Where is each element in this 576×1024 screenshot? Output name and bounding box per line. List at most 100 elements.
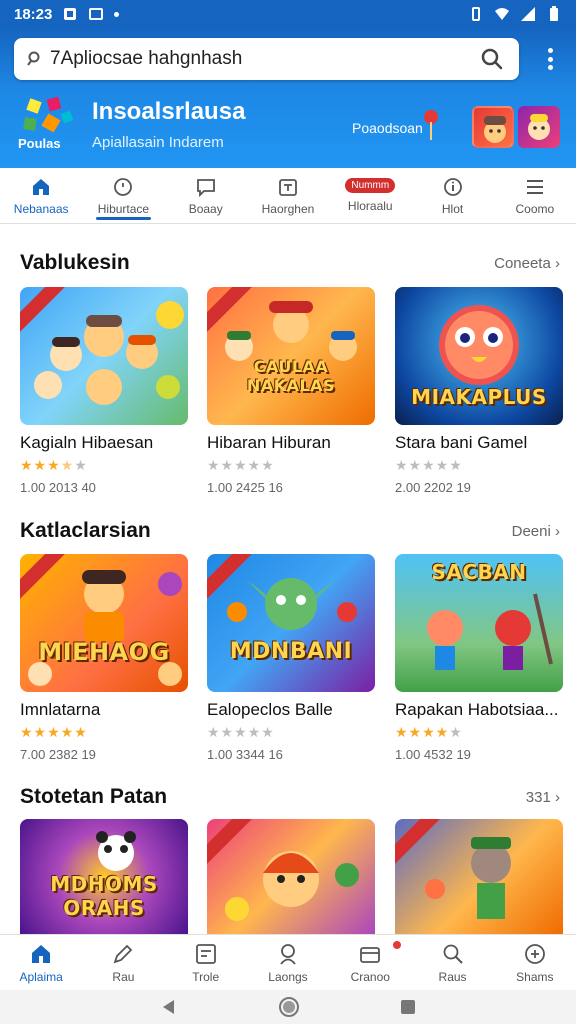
nav-laongs[interactable]: Laongs <box>247 935 329 990</box>
app-card[interactable] <box>207 819 375 934</box>
app-artwork <box>395 819 563 934</box>
grid-icon <box>195 944 216 964</box>
art-label: MDNBANI <box>229 639 353 664</box>
nav-home[interactable]: Aplaima <box>0 935 82 990</box>
app-title: Imnlatarna <box>20 700 101 719</box>
nav-label: Laongs <box>268 970 308 984</box>
app-artwork: CAULAA NAKALAS <box>207 287 375 425</box>
wallet-icon <box>360 947 381 963</box>
search-button[interactable] <box>477 44 507 74</box>
search-icon <box>481 48 503 70</box>
section-see-all-link[interactable]: Deeni › <box>512 523 560 540</box>
nav-trole[interactable]: Trole <box>165 935 247 990</box>
tab-label: Hlot <box>441 202 464 216</box>
app-card[interactable]: Kagialn Hibaesan ★★★★★ 1.00 2013 40 <box>20 287 188 495</box>
nav-raus[interactable]: Raus <box>411 935 493 990</box>
app-card[interactable]: MIEHAOG Imnlatarna ★★★★★ 7.00 2382 19 <box>20 554 188 762</box>
tab-haorghen[interactable]: Haorghen <box>247 168 329 223</box>
app-title: Hibaran Hiburan <box>207 433 331 452</box>
tab-coomo[interactable]: Coomo <box>494 168 576 223</box>
photo-icon <box>89 8 104 20</box>
art-label: MIAKAPLUS <box>411 385 547 409</box>
tab-label: Coomo <box>515 202 555 216</box>
nav-label: Cranoo <box>350 970 390 984</box>
rating-stars: ★★★★★ <box>20 724 88 740</box>
plus-circle-icon <box>524 944 545 964</box>
app-card[interactable] <box>395 819 563 934</box>
tab-label: Nebanaas <box>13 202 69 216</box>
app-title: Stara bani Gamel <box>395 433 528 452</box>
tab-pill-badge: Nummm <box>345 178 396 193</box>
character-face-icon <box>484 116 506 143</box>
section-header: Stotetan Patan 331 › <box>20 782 560 812</box>
section-title: Vablukesin <box>20 251 130 274</box>
nav-rau[interactable]: Rau <box>82 935 164 990</box>
app-card[interactable]: MDHOMS ORAHS <box>20 819 188 934</box>
back-icon[interactable] <box>159 997 179 1017</box>
tab-hloraalu[interactable]: Nummm Hloraalu <box>329 168 411 223</box>
tab-label: Boaay <box>188 202 223 216</box>
tab-boaay[interactable]: Boaay <box>165 168 247 223</box>
pen-icon <box>113 944 133 964</box>
nav-shams[interactable]: Shams <box>494 935 576 990</box>
app-artwork: SACBAN <box>395 554 563 692</box>
app-title: Kagialn Hibaesan <box>20 433 154 452</box>
promo-thumbnail[interactable] <box>518 106 560 148</box>
more-options-button[interactable] <box>538 44 562 74</box>
vibrate-icon <box>472 7 480 21</box>
app-artwork <box>207 819 375 934</box>
tab-hiburtace[interactable]: Hiburtace <box>82 168 164 223</box>
wifi-icon <box>495 8 509 20</box>
menu-icon <box>526 180 543 194</box>
banner-promo-link[interactable]: Poaodsoan <box>352 120 423 136</box>
search-bar[interactable] <box>14 38 519 80</box>
info-icon <box>443 178 462 196</box>
search-icon <box>443 944 463 964</box>
section-see-all-link[interactable]: Coneeta › <box>494 255 560 272</box>
nav-label: Raus <box>438 970 467 984</box>
app-card[interactable]: MIAKAPLUS Stara bani Gamel ★★★★★ 2.00 22… <box>395 287 563 495</box>
app-meta: 2.00 2202 19 <box>395 480 471 495</box>
kids-group-illustration <box>34 301 184 405</box>
app-meta: 1.00 3344 16 <box>207 747 283 762</box>
signal-icon <box>521 7 535 21</box>
tab-hlot[interactable]: Hlot <box>411 168 493 223</box>
rating-stars: ★★★★★ <box>395 457 463 473</box>
rating-stars: ★★★★★ <box>395 724 463 740</box>
app-card[interactable]: CAULAA NAKALAS Hibaran Hiburan ★★★★★ 1.0… <box>207 287 375 495</box>
app-meta: 7.00 2382 19 <box>20 747 96 762</box>
tab-home[interactable]: Nebanaas <box>0 168 82 223</box>
characters-illustration <box>225 301 357 361</box>
app-header: Poulas Insoalsrlausa Apiallasain Indarem… <box>0 28 576 168</box>
home-button-icon[interactable] <box>278 996 300 1018</box>
pin-icon <box>424 110 438 140</box>
app-artwork <box>20 287 188 425</box>
goblin-illustration <box>227 578 357 630</box>
character-face-icon <box>528 114 550 140</box>
nav-label: Aplaima <box>19 970 63 984</box>
search-small-icon <box>27 51 40 66</box>
category-tabs: Nebanaas Hiburtace Boaay Haorghen Nummm … <box>0 168 576 224</box>
tab-label: Hloraalu <box>347 199 393 213</box>
app-artwork: MDHOMS ORAHS <box>20 819 188 934</box>
banner-subtitle: Apiallasain Indarem <box>92 134 224 151</box>
promo-thumbnail[interactable] <box>472 106 514 148</box>
recents-icon[interactable] <box>399 998 417 1016</box>
rating-stars: ★★★★★ <box>207 724 275 740</box>
section-see-all-link[interactable]: 331 › <box>526 789 560 806</box>
battery-icon <box>550 6 558 21</box>
art-label: MDHOMS ORAHS <box>50 872 158 920</box>
nav-label: Rau <box>112 970 135 984</box>
app-card[interactable]: MDNBANI Ealopeclos Balle ★★★★★ 1.00 3344… <box>207 554 375 762</box>
status-bar: 18:23 <box>0 0 576 28</box>
calendar-icon <box>279 179 297 196</box>
section-header: Katlaclarsian Deeni › <box>20 516 560 546</box>
app-title: Ealopeclos Balle <box>207 700 333 719</box>
app-card[interactable]: SACBAN Rapakan Habotsiaa... ★★★★★ 1.00 4… <box>395 554 563 762</box>
search-input[interactable] <box>50 48 477 70</box>
nav-cranoo[interactable]: Cranoo <box>329 935 411 990</box>
notification-icon <box>64 8 77 20</box>
section-header: Vablukesin Coneeta › <box>20 248 560 278</box>
person-icon <box>280 944 296 965</box>
status-dot-icon <box>114 11 120 17</box>
